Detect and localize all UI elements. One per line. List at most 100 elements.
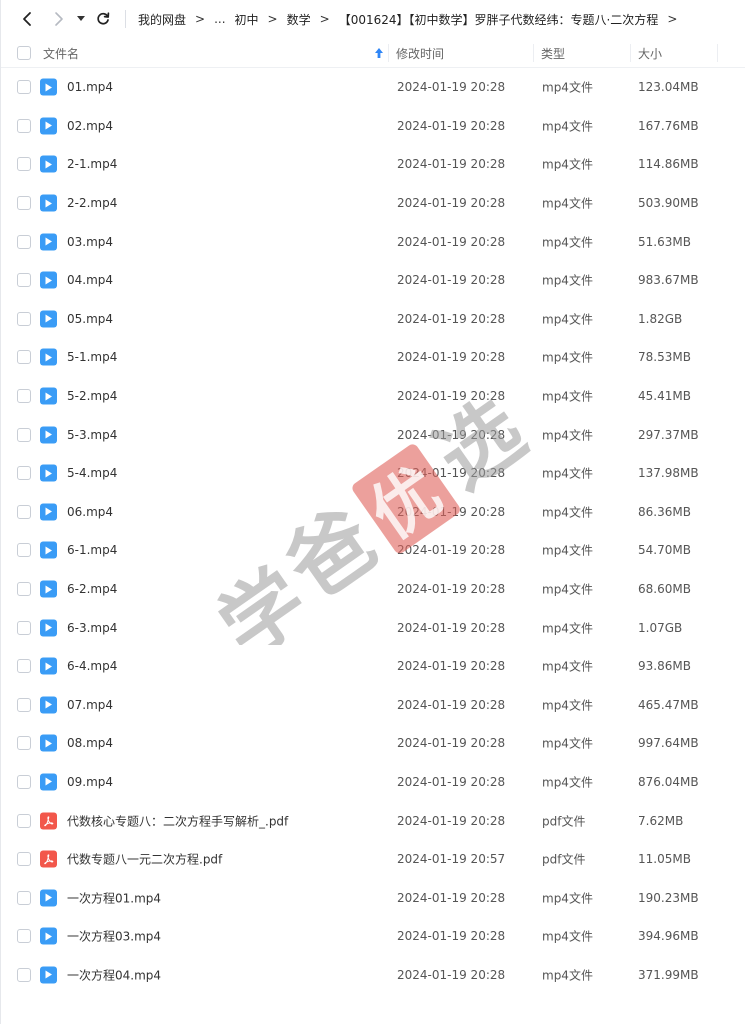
row-checkbox[interactable] [17,157,31,172]
file-name[interactable]: 一次方程04.mp4 [67,966,161,983]
row-checkbox[interactable] [17,697,31,712]
breadcrumb-expand-icon[interactable]: > [667,12,677,26]
video-file-icon [40,464,57,482]
row-checkbox[interactable] [17,118,31,133]
file-name[interactable]: 5-1.mp4 [67,350,117,364]
table-row[interactable]: 2-2.mp4 2024-01-19 20:28 mp4文件 503.90MB [1,184,745,223]
file-name[interactable]: 08.mp4 [67,736,113,750]
row-checkbox[interactable] [17,813,31,828]
row-checkbox[interactable] [17,234,31,249]
breadcrumb-item-math[interactable]: 数学 [287,11,311,28]
row-checkbox[interactable] [17,582,31,597]
file-modified-time: 2024-01-19 20:28 [397,157,506,172]
file-size: 876.04MB [638,774,699,789]
select-all-checkbox[interactable] [17,46,31,60]
row-checkbox[interactable] [17,196,31,211]
table-row[interactable]: 一次方程04.mp4 2024-01-19 20:28 mp4文件 371.99… [1,956,745,995]
file-name[interactable]: 04.mp4 [67,273,113,287]
row-checkbox[interactable] [17,466,31,481]
table-row[interactable]: 一次方程01.mp4 2024-01-19 20:28 mp4文件 190.23… [1,878,745,917]
row-checkbox[interactable] [17,273,31,288]
file-name[interactable]: 5-4.mp4 [67,466,117,480]
table-row[interactable]: 09.mp4 2024-01-19 20:28 mp4文件 876.04MB [1,763,745,802]
file-size: 54.70MB [638,543,691,558]
table-row[interactable]: 代数专题八一元二次方程.pdf 2024-01-19 20:57 pdf文件 1… [1,840,745,879]
file-name[interactable]: 一次方程01.mp4 [67,889,161,906]
row-checkbox[interactable] [17,736,31,751]
table-row[interactable]: 05.mp4 2024-01-19 20:28 mp4文件 1.82GB [1,300,745,339]
table-row[interactable]: 06.mp4 2024-01-19 20:28 mp4文件 86.36MB [1,493,745,532]
file-name[interactable]: 06.mp4 [67,505,113,519]
file-name[interactable]: 6-1.mp4 [67,543,117,557]
breadcrumb-ellipsis[interactable]: ... [214,12,225,26]
table-row[interactable]: 代数核心专题八：二次方程手写解析_.pdf 2024-01-19 20:28 p… [1,801,745,840]
file-name[interactable]: 03.mp4 [67,235,113,249]
breadcrumb-item-current-folder[interactable]: 【001624】【初中数学】罗胖子代数经纬：专题八·二次方程 [339,11,659,28]
sort-ascending-icon[interactable] [374,47,384,59]
table-row[interactable]: 02.mp4 2024-01-19 20:28 mp4文件 167.76MB [1,107,745,146]
file-name[interactable]: 6-2.mp4 [67,582,117,596]
breadcrumb-item-junior[interactable]: 初中 [235,11,259,28]
file-name[interactable]: 02.mp4 [67,119,113,133]
file-icon-cell [40,78,57,96]
row-checkbox[interactable] [17,852,31,867]
file-name[interactable]: 5-2.mp4 [67,389,117,403]
file-type: mp4文件 [542,775,593,790]
file-name[interactable]: 一次方程03.mp4 [67,928,161,945]
file-name[interactable]: 2-2.mp4 [67,196,117,210]
table-row[interactable]: 6-3.mp4 2024-01-19 20:28 mp4文件 1.07GB [1,608,745,647]
table-row[interactable]: 08.mp4 2024-01-19 20:28 mp4文件 997.64MB [1,724,745,763]
table-row[interactable]: 04.mp4 2024-01-19 20:28 mp4文件 983.67MB [1,261,745,300]
table-row[interactable]: 01.mp4 2024-01-19 20:28 mp4文件 123.04MB [1,68,745,107]
row-checkbox[interactable] [17,427,31,442]
back-button[interactable] [15,7,39,31]
row-checkbox[interactable] [17,967,31,982]
row-checkbox[interactable] [17,504,31,519]
column-divider[interactable] [717,44,718,62]
file-name[interactable]: 01.mp4 [67,80,113,94]
table-row[interactable]: 6-4.mp4 2024-01-19 20:28 mp4文件 93.86MB [1,647,745,686]
breadcrumb-root[interactable]: 我的网盘 [138,11,186,28]
row-checkbox[interactable] [17,929,31,944]
column-divider[interactable] [533,44,534,62]
column-divider[interactable] [630,44,631,62]
table-row[interactable]: 5-4.mp4 2024-01-19 20:28 mp4文件 137.98MB [1,454,745,493]
table-row[interactable]: 一次方程03.mp4 2024-01-19 20:28 mp4文件 394.96… [1,917,745,956]
file-name[interactable]: 代数核心专题八：二次方程手写解析_.pdf [67,812,288,829]
row-checkbox[interactable] [17,311,31,326]
file-name[interactable]: 6-4.mp4 [67,659,117,673]
file-type: mp4文件 [542,929,593,944]
table-row[interactable]: 5-2.mp4 2024-01-19 20:28 mp4文件 45.41MB [1,377,745,416]
column-header-size[interactable]: 大小 [638,38,662,68]
file-modified-time: 2024-01-19 20:28 [397,813,506,828]
file-name[interactable]: 05.mp4 [67,312,113,326]
file-name[interactable]: 07.mp4 [67,698,113,712]
file-name[interactable]: 5-3.mp4 [67,428,117,442]
row-checkbox[interactable] [17,80,31,95]
table-row[interactable]: 07.mp4 2024-01-19 20:28 mp4文件 465.47MB [1,686,745,725]
column-header-type[interactable]: 类型 [541,38,565,68]
table-row[interactable]: 5-3.mp4 2024-01-19 20:28 mp4文件 297.37MB [1,415,745,454]
history-dropdown-button[interactable] [73,7,89,31]
file-name[interactable]: 2-1.mp4 [67,157,117,171]
column-header-modified-time[interactable]: 修改时间 [396,38,444,68]
file-name[interactable]: 代数专题八一元二次方程.pdf [67,851,222,868]
forward-button[interactable] [47,7,71,31]
table-row[interactable]: 2-1.mp4 2024-01-19 20:28 mp4文件 114.86MB [1,145,745,184]
table-row[interactable]: 03.mp4 2024-01-19 20:28 mp4文件 51.63MB [1,222,745,261]
row-checkbox[interactable] [17,774,31,789]
table-row[interactable]: 6-1.mp4 2024-01-19 20:28 mp4文件 54.70MB [1,531,745,570]
row-checkbox[interactable] [17,890,31,905]
row-checkbox[interactable] [17,543,31,558]
column-divider[interactable] [388,44,389,62]
row-checkbox[interactable] [17,350,31,365]
file-name[interactable]: 6-3.mp4 [67,621,117,635]
file-name[interactable]: 09.mp4 [67,775,113,789]
row-checkbox[interactable] [17,620,31,635]
table-row[interactable]: 6-2.mp4 2024-01-19 20:28 mp4文件 68.60MB [1,570,745,609]
row-checkbox[interactable] [17,659,31,674]
table-row[interactable]: 5-1.mp4 2024-01-19 20:28 mp4文件 78.53MB [1,338,745,377]
column-header-name[interactable]: 文件名 [43,38,79,68]
refresh-button[interactable] [91,7,115,31]
row-checkbox[interactable] [17,389,31,404]
